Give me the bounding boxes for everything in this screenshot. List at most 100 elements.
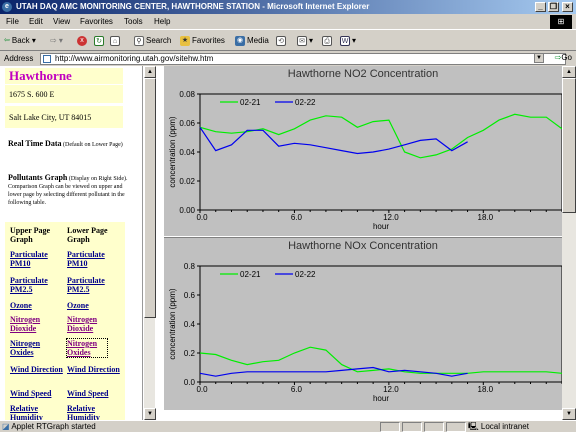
lower-link-relative-humidity[interactable]: Relative Humidity (67, 404, 122, 420)
menu-view[interactable]: View (53, 17, 70, 26)
lower-link-nitrogen-dioxide[interactable]: Nitrogen Dioxide (67, 315, 122, 333)
right-frame-scrollbar[interactable]: ▲ ▼ (562, 66, 576, 420)
page-icon (43, 55, 51, 63)
upper-link-ozone[interactable]: Ozone (10, 301, 65, 310)
menu-tools[interactable]: Tools (124, 17, 143, 26)
minimize-button[interactable]: _ (535, 2, 546, 12)
go-button[interactable]: ⇨Go (555, 53, 572, 62)
y-tick-label: 0.04 (179, 148, 195, 157)
history-icon: ⟲ (276, 35, 286, 46)
scroll-down-arrow-icon[interactable]: ▼ (562, 408, 576, 420)
station-street: 1675 S. 600 E (5, 85, 123, 103)
y-tick-label: 0.06 (179, 119, 195, 128)
mail-button[interactable]: ✉ ▾ (297, 35, 313, 47)
lower-link-ozone[interactable]: Ozone (67, 301, 122, 310)
left-frame-scrollbar[interactable]: ▲ ▼ (143, 66, 156, 420)
y-tick-label: 0.2 (184, 349, 196, 358)
legend-label: 02-21 (240, 98, 261, 107)
security-zone: 🖳 Local intranet (468, 422, 529, 431)
upper-page-header: Upper Page Graph (10, 226, 51, 244)
y-axis-label: concentration (ppm) (168, 116, 177, 187)
print-icon: ⎙ (322, 35, 332, 46)
upper-link-relative-humidity[interactable]: Relative Humidity (10, 404, 65, 420)
intranet-icon: 🖳 (468, 422, 479, 431)
upper-link-pm10[interactable]: Particulate PM10 (10, 250, 65, 268)
favorites-icon: ★ (180, 35, 190, 46)
nox-chart: Hawthorne NOx Concentration 0.0 0.2 0.4 0.6… (164, 238, 563, 410)
y-tick-label: 0.6 (184, 291, 196, 300)
address-dropdown-icon[interactable]: ▼ (534, 53, 544, 63)
browser-window: e UTAH DAQ AMC MONITORING CENTER, HAWTHO… (0, 0, 576, 432)
home-button[interactable]: ⌂ (110, 35, 122, 47)
menu-help[interactable]: Help (154, 17, 170, 26)
station-city: Salt Lake City, UT 84015 (5, 106, 123, 128)
edit-button[interactable]: W ▾ (340, 35, 356, 47)
word-edit-icon: W (340, 35, 350, 46)
lower-link-nitrogen-oxides[interactable]: Nitrogen Oxides (66, 338, 108, 358)
menu-bar: File Edit View Favorites Tools Help (0, 15, 576, 30)
legend-label: 02-21 (240, 270, 261, 279)
stop-button[interactable]: x (77, 35, 89, 47)
search-icon: ⚲ (134, 35, 144, 46)
upper-link-pm25[interactable]: Particulate PM2.5 (10, 276, 65, 294)
maximize-button[interactable]: ❐ (548, 2, 559, 12)
address-input[interactable]: http://www.airmonitoring.utah.gov/sitehw… (40, 53, 566, 65)
y-axis-label: concentration (ppm) (168, 288, 177, 359)
address-label: Address (4, 54, 34, 63)
back-button[interactable]: ⇦ Back ▾ (4, 35, 36, 47)
back-arrow-icon: ⇦ (4, 36, 10, 44)
print-button[interactable]: ⎙ (322, 35, 334, 47)
status-segment (380, 422, 400, 432)
no2-chart: Hawthorne NO2 Concentration 0.00 0.02 0.04… (164, 66, 563, 238)
lower-page-header: Lower Page Graph (67, 226, 108, 244)
upper-link-wind-speed[interactable]: Wind Speed (10, 389, 65, 398)
x-tick-label: 0.0 (196, 213, 208, 222)
upper-link-nitrogen-dioxide[interactable]: Nitrogen Dioxide (10, 315, 65, 333)
favorites-button[interactable]: ★ Favorites (180, 35, 225, 47)
scroll-up-arrow-icon[interactable]: ▲ (562, 66, 576, 78)
windows-logo-icon: ⊞ (550, 15, 572, 29)
lower-link-pm25[interactable]: Particulate PM2.5 (67, 276, 122, 294)
forward-arrow-icon: ⇨ ▾ (50, 36, 63, 45)
x-tick-label: 6.0 (291, 213, 303, 222)
y-tick-label: 0.02 (179, 177, 195, 186)
upper-link-nitrogen-oxides[interactable]: Nitrogen Oxides (10, 339, 65, 357)
status-segment (446, 422, 466, 432)
lower-link-wind-speed[interactable]: Wind Speed (67, 389, 122, 398)
x-tick-label: 0.0 (196, 385, 208, 394)
refresh-icon: ↻ (94, 35, 104, 46)
legend-label: 02-22 (295, 270, 316, 279)
menu-favorites[interactable]: Favorites (80, 17, 113, 26)
history-button[interactable]: ⟲ (276, 35, 288, 47)
rtgraph-applet: Hawthorne NO2 Concentration 0.00 0.02 0.04… (164, 66, 563, 410)
upper-link-wind-direction[interactable]: Wind Direction (10, 365, 65, 374)
menu-edit[interactable]: Edit (29, 17, 43, 26)
lower-link-pm10[interactable]: Particulate PM10 (67, 250, 122, 268)
search-button[interactable]: ⚲ Search (134, 35, 171, 47)
title-bar: e UTAH DAQ AMC MONITORING CENTER, HAWTHO… (0, 0, 576, 14)
x-axis-label: hour (373, 222, 389, 231)
y-tick-label: 0.00 (179, 206, 195, 215)
page-content: Hawthorne 1675 S. 600 E Salt Lake City, … (0, 66, 576, 420)
refresh-button[interactable]: ↻ (94, 35, 106, 47)
mail-icon: ✉ (297, 35, 307, 46)
y-tick-label: 0.0 (184, 378, 196, 387)
scroll-up-arrow-icon[interactable]: ▲ (144, 66, 156, 78)
media-button[interactable]: ◉ Media (235, 35, 269, 47)
scroll-thumb[interactable] (562, 78, 576, 213)
status-segment (424, 422, 444, 432)
home-icon: ⌂ (110, 35, 120, 46)
forward-button[interactable]: ⇨ ▾ (50, 35, 63, 47)
address-url: http://www.airmonitoring.utah.gov/sitehw… (55, 54, 214, 63)
left-frame: Hawthorne 1675 S. 600 E Salt Lake City, … (0, 66, 143, 420)
scroll-down-arrow-icon[interactable]: ▼ (144, 408, 156, 420)
x-axis-label: hour (373, 394, 389, 403)
status-segment (402, 422, 422, 432)
x-tick-label: 12.0 (383, 213, 399, 222)
scroll-thumb[interactable] (144, 78, 156, 318)
x-tick-label: 12.0 (383, 385, 399, 394)
pollutants-heading: Pollutants Graph (Display on Right Side)… (8, 173, 128, 207)
close-button[interactable]: × (562, 2, 573, 12)
lower-link-wind-direction[interactable]: Wind Direction (67, 365, 122, 374)
menu-file[interactable]: File (6, 17, 19, 26)
